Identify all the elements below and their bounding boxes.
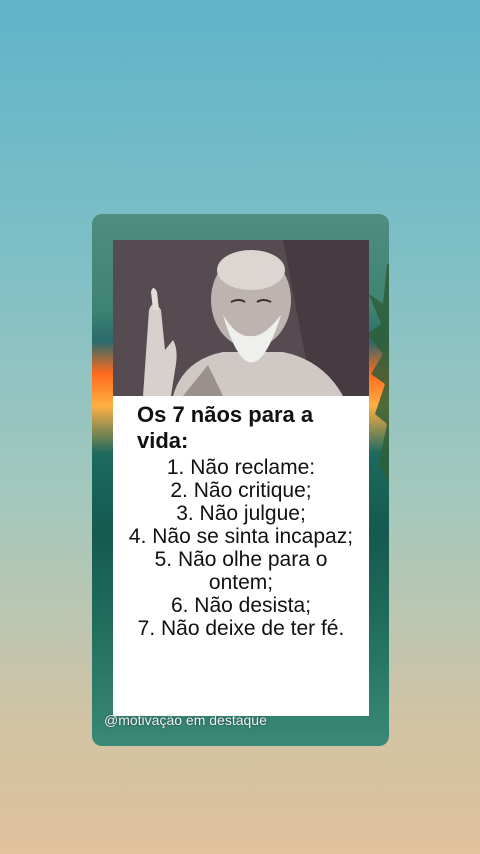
- post-card: Os 7 nãos para a vida: 1. Não reclame: 2…: [92, 214, 389, 746]
- list-item: 3. Não julgue;: [176, 502, 306, 525]
- list-item: 2. Não critique;: [170, 479, 312, 502]
- list-item: 1. Não reclame:: [166, 456, 316, 479]
- list-item: 4. Não se sinta incapaz;: [128, 525, 354, 548]
- quote-text: Os 7 nãos para a vida: 1. Não reclame: 2…: [113, 396, 369, 640]
- quote-panel: Os 7 nãos para a vida: 1. Não reclame: 2…: [113, 240, 369, 716]
- elderly-bearded-man-photo-icon: [113, 240, 369, 396]
- portrait-photo: [113, 240, 369, 396]
- list-item: 6. Não desista;: [170, 594, 312, 617]
- quote-title: Os 7 nãos para a vida:: [137, 402, 314, 453]
- rules-list: 1. Não reclame: 2. Não critique; 3. Não …: [113, 456, 369, 640]
- list-item: 7. Não deixe de ter fé.: [137, 617, 345, 640]
- list-item: 5. Não olhe para o ontem;: [154, 548, 328, 594]
- watermark-handle: @motivação em destaque: [104, 712, 267, 728]
